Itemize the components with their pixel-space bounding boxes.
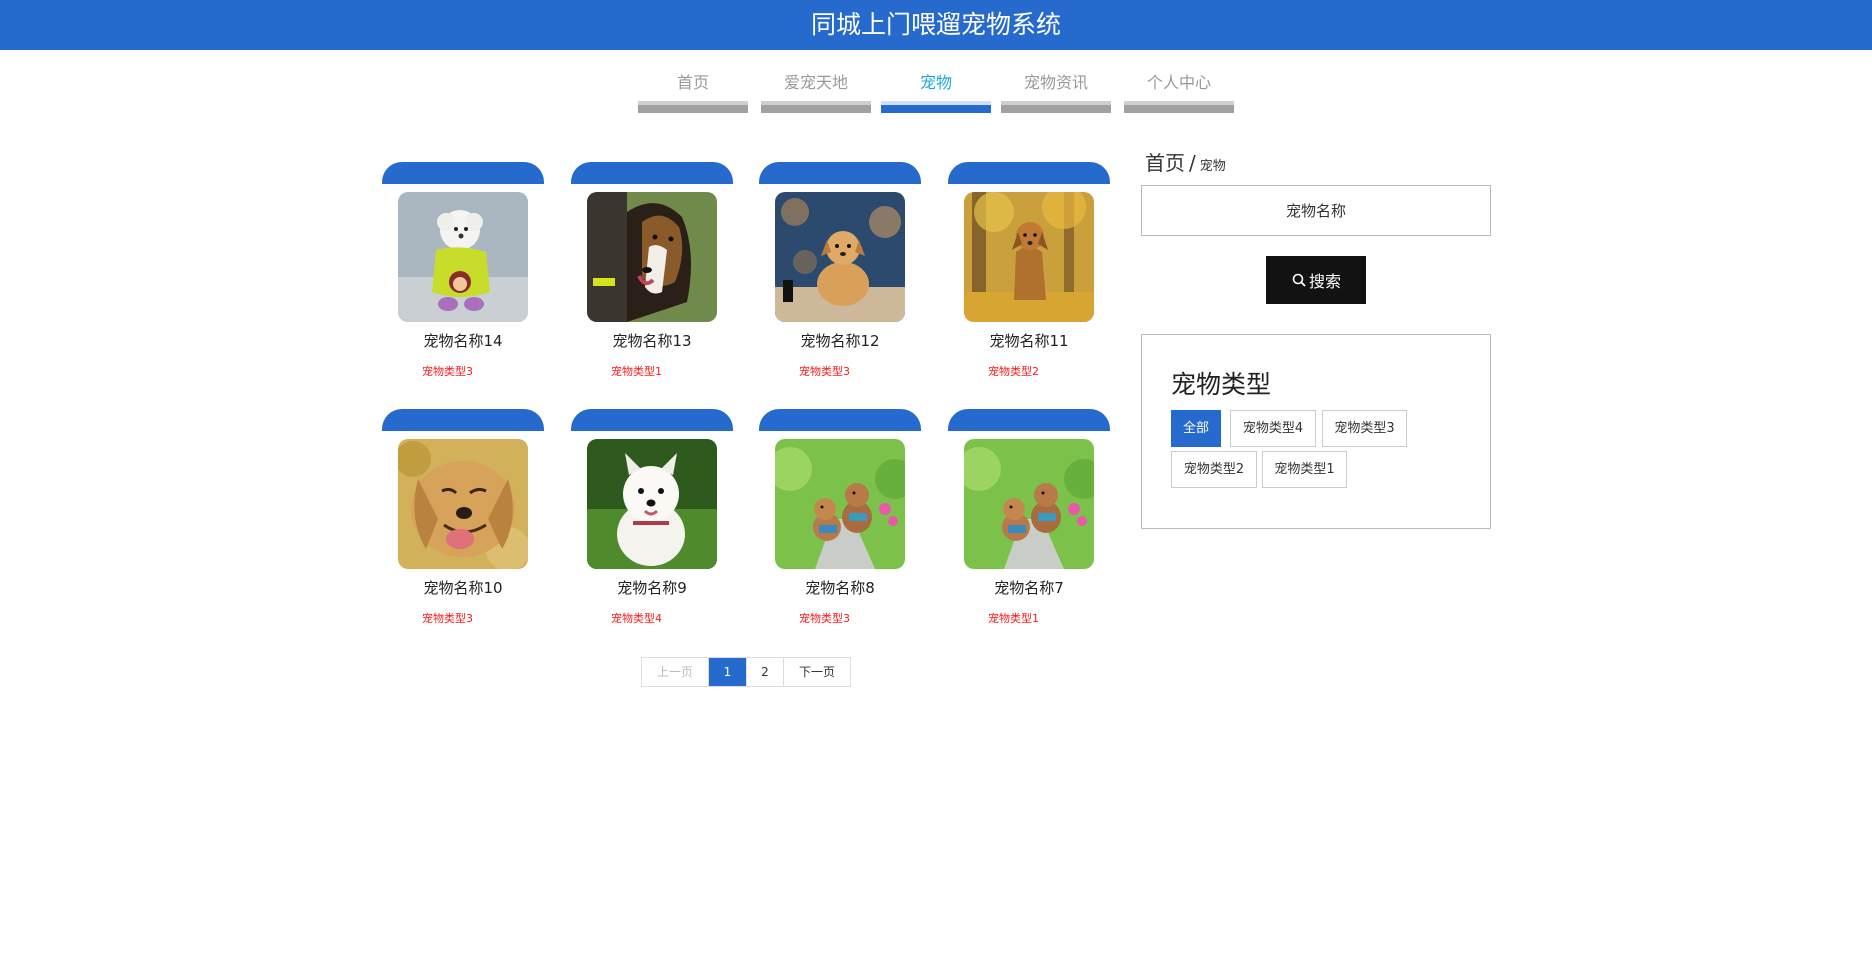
nav-item-underline [638, 101, 748, 113]
nav-item-label: 首页 [676, 73, 709, 92]
pet-type-filter: 宠物类型 全部 宠物类型4 宠物类型3 宠物类型2 宠物类型1 [1141, 334, 1491, 529]
nav-item-pets[interactable]: 宠物 [881, 66, 991, 114]
type-tag-1[interactable]: 宠物类型1 [1262, 451, 1347, 488]
pet-name: 宠物名称11 [989, 332, 1069, 350]
card-tab [948, 409, 1110, 431]
prev-page-button[interactable]: 上一页 [642, 658, 709, 686]
page-button-2[interactable]: 2 [747, 658, 784, 686]
pet-photo-white-poodle [398, 192, 528, 322]
pet-card[interactable]: 宠物名称9 宠物类型4 [571, 409, 733, 639]
pet-photo-two-poodles [775, 439, 905, 569]
pet-type-filter-title: 宠物类型 [1171, 370, 1272, 399]
nav-item-pet-news[interactable]: 宠物资讯 [1001, 66, 1111, 114]
type-tag-3[interactable]: 宠物类型3 [1322, 410, 1407, 447]
breadcrumb-home[interactable]: 首页 [1145, 151, 1185, 175]
pet-photo-golden-dog-autumn [964, 192, 1094, 322]
pet-name: 宠物名称12 [800, 332, 880, 350]
card-tab [948, 162, 1110, 184]
next-page-button[interactable]: 下一页 [784, 658, 850, 686]
pet-photo-golden-retriever [398, 439, 528, 569]
pet-name: 宠物名称14 [423, 332, 503, 350]
breadcrumb-current: 宠物 [1199, 159, 1226, 174]
nav-item-label: 宠物 [919, 73, 952, 92]
search-icon [1292, 273, 1306, 287]
pet-photo-two-poodles [964, 439, 1094, 569]
main-nav: 首页 爱宠天地 宠物 宠物资讯 个人中心 [0, 66, 1872, 116]
pet-type: 宠物类型1 [988, 612, 1039, 625]
nav-item-underline [881, 101, 991, 113]
search-button-label: 搜索 [1308, 272, 1341, 291]
pet-name-search-input[interactable] [1141, 185, 1491, 236]
pet-photo-westie [587, 439, 717, 569]
pet-card[interactable]: 宠物名称12 宠物类型3 [759, 162, 921, 392]
nav-item-user-center[interactable]: 个人中心 [1124, 66, 1234, 114]
pet-type: 宠物类型3 [422, 365, 473, 378]
nav-item-label: 宠物资讯 [1023, 73, 1088, 92]
pet-photo-collie [587, 192, 717, 322]
nav-item-label: 个人中心 [1146, 73, 1211, 92]
type-tag-2[interactable]: 宠物类型2 [1171, 451, 1257, 488]
pet-name: 宠物名称10 [423, 579, 503, 597]
card-tab [382, 409, 544, 431]
pet-photo-dog-on-pillow [775, 192, 905, 322]
pet-card[interactable]: 宠物名称10 宠物类型3 [382, 409, 544, 639]
card-tab [571, 409, 733, 431]
card-tab [759, 409, 921, 431]
pet-card[interactable]: 宠物名称14 宠物类型3 [382, 162, 544, 392]
pet-card[interactable]: 宠物名称13 宠物类型1 [571, 162, 733, 392]
site-title: 同城上门喂遛宠物系统 [810, 10, 1061, 39]
type-tag-4[interactable]: 宠物类型4 [1230, 410, 1316, 447]
pet-name: 宠物名称7 [994, 579, 1064, 597]
card-tab [571, 162, 733, 184]
nav-item-home[interactable]: 首页 [638, 66, 748, 114]
card-tab [382, 162, 544, 184]
pet-card[interactable]: 宠物名称11 宠物类型2 [948, 162, 1110, 392]
breadcrumb-separator: / [1189, 151, 1196, 175]
nav-item-underline [1124, 101, 1234, 113]
pet-type: 宠物类型4 [611, 612, 662, 625]
card-tab [759, 162, 921, 184]
pet-card[interactable]: 宠物名称7 宠物类型1 [948, 409, 1110, 639]
pet-type: 宠物类型3 [799, 612, 850, 625]
search-button[interactable]: 搜索 [1266, 256, 1366, 304]
pet-name: 宠物名称8 [805, 579, 875, 597]
breadcrumb: 首页 / 宠物 [1145, 147, 1226, 176]
pet-type: 宠物类型2 [988, 365, 1039, 378]
nav-item-label: 爱宠天地 [783, 73, 848, 92]
pet-name: 宠物名称13 [612, 332, 692, 350]
nav-item-underline [1001, 101, 1111, 113]
pet-name: 宠物名称9 [617, 579, 687, 597]
nav-item-underline [761, 101, 871, 113]
nav-item-pet-world[interactable]: 爱宠天地 [761, 66, 871, 114]
type-tag-all[interactable]: 全部 [1171, 410, 1221, 447]
page-button-1[interactable]: 1 [709, 658, 747, 686]
site-header: 同城上门喂遛宠物系统 [0, 0, 1872, 50]
pet-type: 宠物类型3 [422, 612, 473, 625]
pet-type: 宠物类型1 [611, 365, 662, 378]
pet-card[interactable]: 宠物名称8 宠物类型3 [759, 409, 921, 639]
pagination: 上一页 1 2 下一页 [641, 657, 851, 687]
pet-type: 宠物类型3 [799, 365, 850, 378]
